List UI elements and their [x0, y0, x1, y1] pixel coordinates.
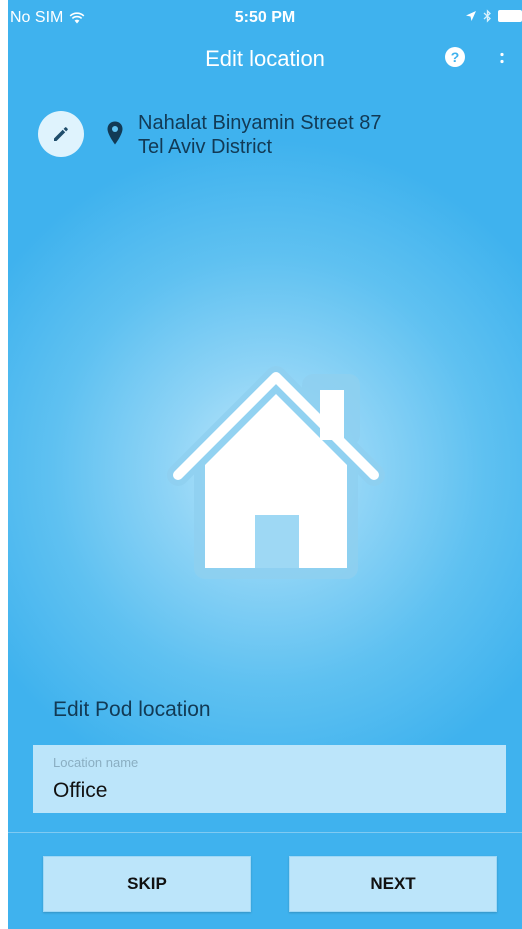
divider	[8, 832, 522, 833]
location-arrow-icon	[466, 11, 476, 21]
bluetooth-icon	[483, 9, 491, 23]
location-name-label: Location name	[53, 755, 139, 770]
address-line2: Tel Aviv District	[138, 136, 273, 158]
status-right	[465, 9, 522, 23]
address: Nahalat Binyamin Street 87 Tel Aviv Dist…	[138, 111, 381, 159]
location-name-field[interactable]: Location name Office	[33, 745, 506, 813]
status-time: 5:50 PM	[234, 9, 296, 26]
next-button[interactable]: NEXT	[289, 856, 497, 912]
pencil-icon	[54, 127, 68, 141]
more-vertical-icon[interactable]	[496, 48, 508, 68]
section-title: Edit Pod location	[53, 698, 211, 721]
skip-button[interactable]: SKIP	[43, 856, 251, 912]
battery-icon	[498, 10, 522, 22]
house-icon	[167, 366, 385, 579]
help-button[interactable]: ?	[445, 47, 465, 67]
address-line1: Nahalat Binyamin Street 87	[138, 112, 382, 134]
question-circle-icon: ?	[450, 49, 460, 65]
header: Edit location ?	[8, 38, 522, 78]
location-name-input[interactable]: Office	[53, 779, 107, 803]
location-pin-icon	[107, 121, 123, 145]
edit-address-button[interactable]	[38, 111, 84, 157]
edit-location-screen: No SIM 5:50 PM Edit location ? Nahalat B…	[8, 0, 522, 929]
status-bar: No SIM 5:50 PM	[8, 0, 522, 32]
